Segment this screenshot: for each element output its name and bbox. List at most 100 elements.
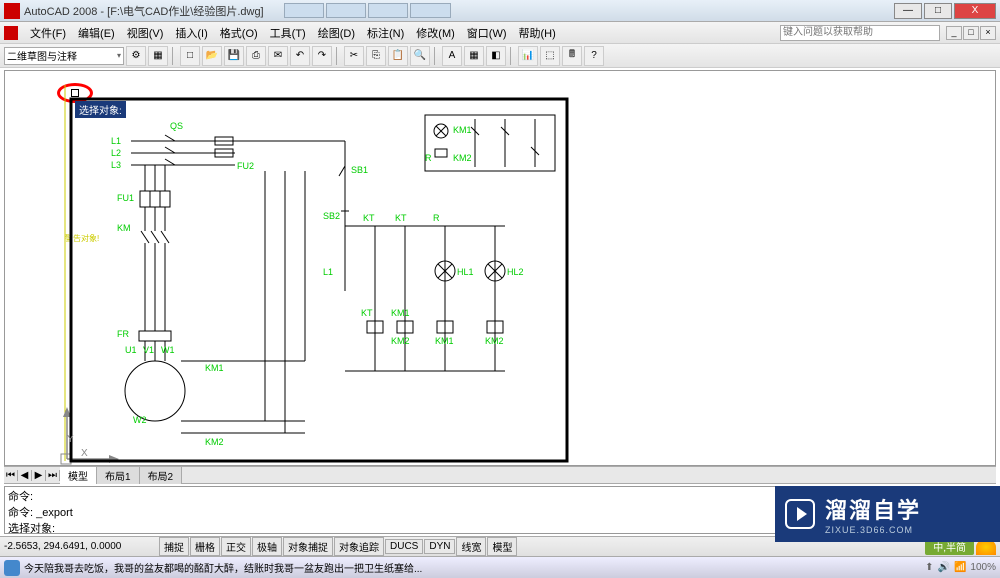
brand-name: 溜溜自学 xyxy=(825,493,921,525)
label-l1: L1 xyxy=(111,136,121,146)
toolbar-button[interactable]: 📊 xyxy=(518,46,538,66)
circuit-svg: L1 L2 L3 QS FU1 FU2 KM FR U1 V1 W1 W2 KM… xyxy=(5,71,995,467)
label-fu1: FU1 xyxy=(117,193,134,203)
autocad-icon xyxy=(4,26,18,40)
toggle-lwt[interactable]: 线宽 xyxy=(456,537,486,556)
toggle-snap[interactable]: 捕捉 xyxy=(159,537,189,556)
toolbar: 二维草图与注释 ⚙ ▦ □ 📂 💾 ⎙ ✉ ↶ ↷ ✂ ⎘ 📋 🔍 A ▦ ◧ … xyxy=(0,44,1000,68)
tab-layout2[interactable]: 布局2 xyxy=(140,467,183,484)
label-fu2: FU2 xyxy=(237,161,254,171)
label-v1: V1 xyxy=(143,345,154,355)
toggle-osnap[interactable]: 对象捕捉 xyxy=(283,537,333,556)
menu-tools[interactable]: 工具(T) xyxy=(264,23,312,43)
label-km2c: KM2 xyxy=(485,336,504,346)
browser-tab[interactable] xyxy=(326,3,366,18)
copy-button[interactable]: ⎘ xyxy=(366,46,386,66)
toolbar-button[interactable]: ↶ xyxy=(290,46,310,66)
workspace-combo[interactable]: 二维草图与注释 xyxy=(4,47,124,65)
menu-file[interactable]: 文件(F) xyxy=(24,23,72,43)
tab-nav-last[interactable]: ⏭ xyxy=(46,470,60,481)
tray-icon[interactable]: ⬆ xyxy=(925,562,933,573)
toolbar-button[interactable]: 🔍 xyxy=(410,46,430,66)
browser-tab[interactable] xyxy=(368,3,408,18)
tab-nav-first[interactable]: ⏮ xyxy=(4,470,18,481)
cut-button[interactable]: ✂ xyxy=(344,46,364,66)
toggle-otrack[interactable]: 对象追踪 xyxy=(334,537,384,556)
toggle-grid[interactable]: 栅格 xyxy=(190,537,220,556)
toggle-ducs[interactable]: DUCS xyxy=(385,539,423,554)
label-w1: W1 xyxy=(161,345,175,355)
open-button[interactable]: 📂 xyxy=(202,46,222,66)
menu-help[interactable]: 帮助(H) xyxy=(513,23,562,43)
toolbar-button[interactable]: ◧ xyxy=(486,46,506,66)
menu-draw[interactable]: 绘图(D) xyxy=(312,23,361,43)
label-fr: FR xyxy=(117,329,129,339)
toggle-ortho[interactable]: 正交 xyxy=(221,537,251,556)
separator xyxy=(336,47,340,65)
mdi-min-button[interactable]: _ xyxy=(946,26,962,40)
label-km1b: KM1 xyxy=(391,308,410,318)
tray-icon[interactable]: 🔊 xyxy=(938,562,950,573)
toolbar-button[interactable]: ▦ xyxy=(148,46,168,66)
menu-dimension[interactable]: 标注(N) xyxy=(361,23,410,43)
new-button[interactable]: □ xyxy=(180,46,200,66)
toolbar-button[interactable]: ↷ xyxy=(312,46,332,66)
ucs-y-label: Y xyxy=(67,434,74,445)
toolbar-button[interactable]: ⎙ xyxy=(246,46,266,66)
label-r2: R xyxy=(425,153,432,163)
help-button[interactable]: ? xyxy=(584,46,604,66)
toolbar-button[interactable]: A xyxy=(442,46,462,66)
label-sb1: SB1 xyxy=(351,165,368,175)
browser-tabs xyxy=(284,3,892,18)
tab-nav-next[interactable]: ▶ xyxy=(32,470,46,481)
menu-insert[interactable]: 插入(I) xyxy=(169,23,213,43)
menu-edit[interactable]: 编辑(E) xyxy=(72,23,121,43)
menu-window[interactable]: 窗口(W) xyxy=(461,23,513,43)
label-l1b: L1 xyxy=(323,267,333,277)
os-taskbar: 今天陪我哥去吃饭，我哥的盆友都喝的酩酊大醉，结账时我哥一盆友跑出一把卫生纸塞给.… xyxy=(0,556,1000,578)
label-hl2: HL2 xyxy=(507,267,524,277)
toggle-dyn[interactable]: DYN xyxy=(424,539,455,554)
zoom-level: 100% xyxy=(970,562,996,573)
tab-nav-prev[interactable]: ◀ xyxy=(18,470,32,481)
drawing-canvas[interactable]: 选择对象: 警告对象! xyxy=(4,70,996,466)
toolbar-button[interactable]: ✉ xyxy=(268,46,288,66)
title-bar: AutoCAD 2008 - [F:\电气CAD作业\经验图片.dwg] — □… xyxy=(0,0,1000,22)
help-search-input[interactable] xyxy=(780,25,940,41)
toggle-model[interactable]: 模型 xyxy=(487,537,517,556)
menu-view[interactable]: 视图(V) xyxy=(121,23,170,43)
save-button[interactable]: 💾 xyxy=(224,46,244,66)
label-l2: L2 xyxy=(111,148,121,158)
mdi-close-button[interactable]: × xyxy=(980,26,996,40)
workspace-label: 二维草图与注释 xyxy=(7,48,77,63)
menu-modify[interactable]: 修改(M) xyxy=(410,23,461,43)
menu-bar: 文件(F) 编辑(E) 视图(V) 插入(I) 格式(O) 工具(T) 绘图(D… xyxy=(0,22,1000,44)
toggle-polar[interactable]: 极轴 xyxy=(252,537,282,556)
label-kta: KT xyxy=(395,213,407,223)
label-r: R xyxy=(433,213,440,223)
mdi-controls: _ □ × xyxy=(946,26,996,40)
toolbar-button[interactable]: ⬚ xyxy=(540,46,560,66)
toolbar-button[interactable]: ⚙ xyxy=(126,46,146,66)
tray-icon[interactable]: 📶 xyxy=(954,562,966,573)
play-icon xyxy=(785,499,815,529)
window-controls: — □ X xyxy=(892,3,996,19)
tab-layout1[interactable]: 布局1 xyxy=(97,467,140,484)
calc-button[interactable]: 🖩 xyxy=(562,46,582,66)
minimize-button[interactable]: — xyxy=(894,3,922,19)
watermark-brand: 溜溜自学 ZIXUE.3D66.COM xyxy=(775,486,1000,542)
label-hl1: HL1 xyxy=(457,267,474,277)
mdi-max-button[interactable]: □ xyxy=(963,26,979,40)
toolbar-button[interactable]: ▦ xyxy=(464,46,484,66)
paste-button[interactable]: 📋 xyxy=(388,46,408,66)
tab-model[interactable]: 模型 xyxy=(60,467,97,484)
menu-format[interactable]: 格式(O) xyxy=(214,23,264,43)
label-l3: L3 xyxy=(111,160,121,170)
maximize-button[interactable]: □ xyxy=(924,3,952,19)
browser-tab[interactable] xyxy=(284,3,324,18)
label-u1: U1 xyxy=(125,345,137,355)
browser-tab[interactable] xyxy=(410,3,450,18)
brand-url: ZIXUE.3D66.COM xyxy=(825,525,921,535)
close-button[interactable]: X xyxy=(954,3,996,19)
label-km2b: KM2 xyxy=(391,336,410,346)
